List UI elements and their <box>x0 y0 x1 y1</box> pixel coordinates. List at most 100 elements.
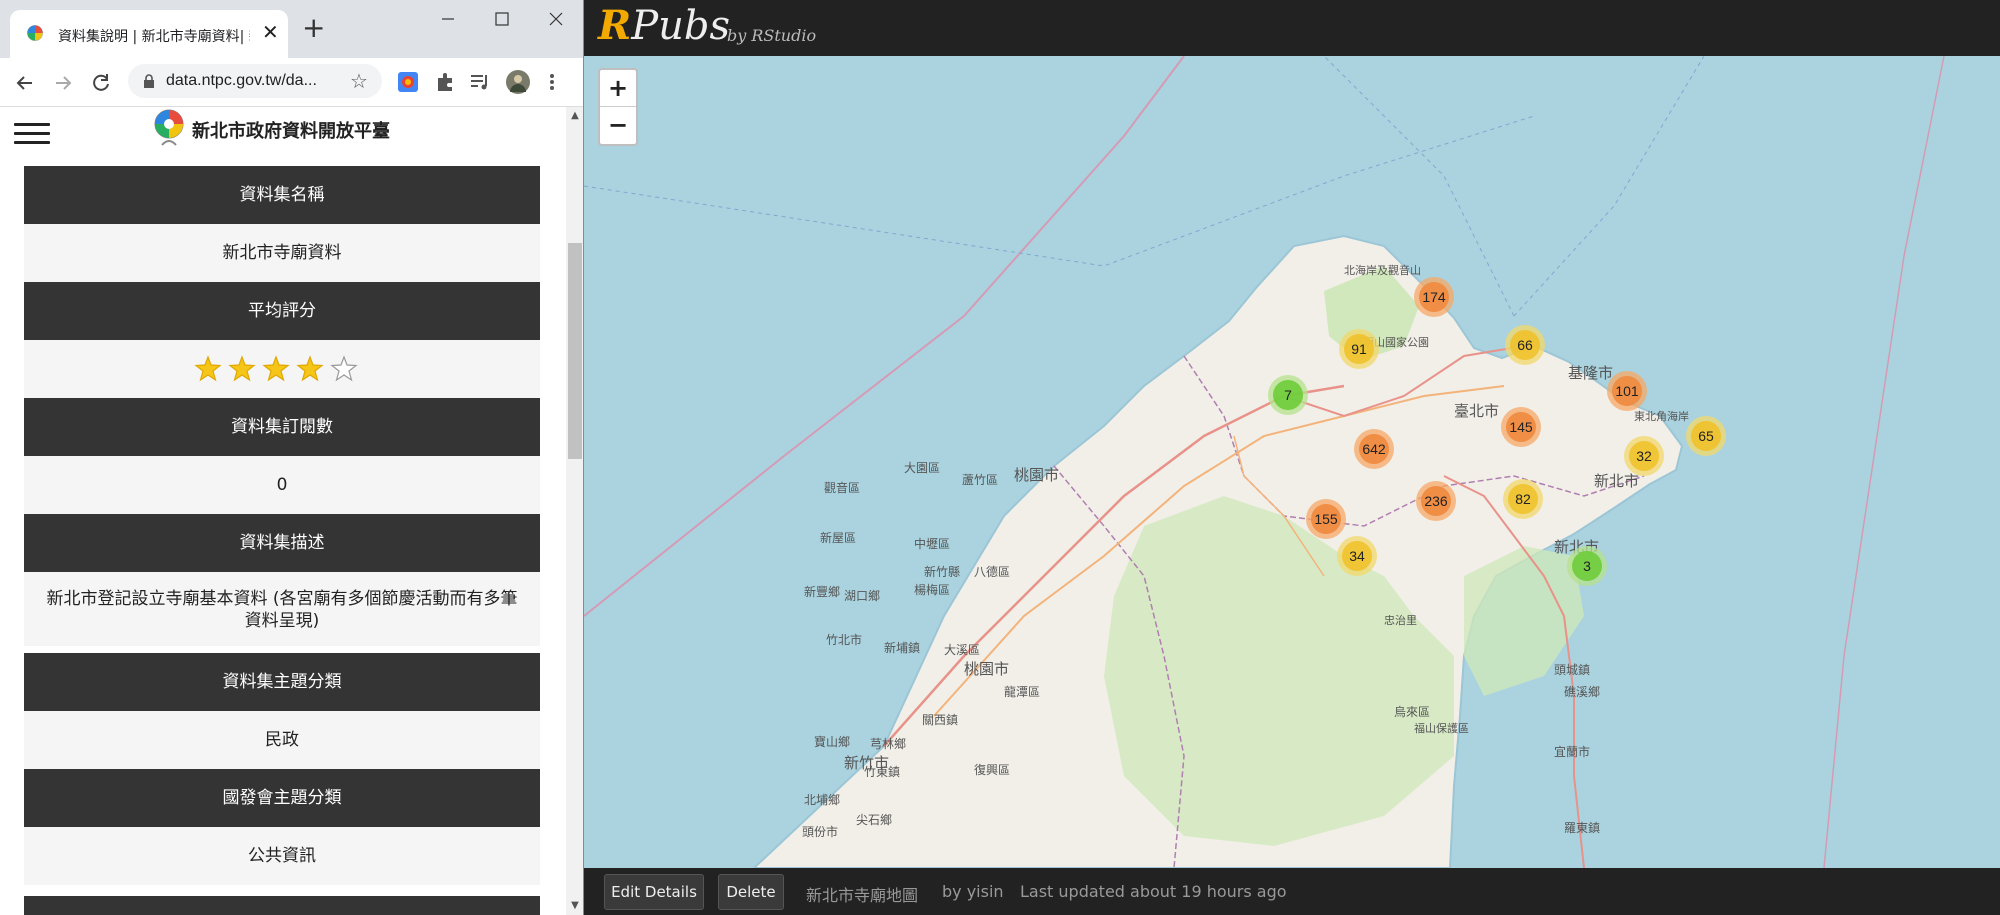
rpubs-logo[interactable]: RPubs <box>598 2 730 49</box>
row-header-average-rating: 平均評分 <box>24 282 540 340</box>
scroll-down-arrow-icon[interactable]: ▼ <box>566 897 583 915</box>
media-queue-icon[interactable] <box>468 70 492 94</box>
marker-cluster[interactable]: 145 <box>1501 407 1541 447</box>
map-place-label: 新埔鎮 <box>884 640 920 655</box>
star-filled-icon[interactable] <box>296 355 324 382</box>
cluster-count-label: 3 <box>1583 558 1591 574</box>
cluster-count-label: 32 <box>1636 448 1652 464</box>
forward-icon[interactable] <box>50 70 76 96</box>
rating-stars[interactable] <box>24 340 540 398</box>
zoom-out-button[interactable]: − <box>600 106 636 143</box>
star-filled-icon[interactable] <box>194 355 222 382</box>
zoom-in-button[interactable]: + <box>600 70 636 106</box>
marker-cluster[interactable]: 642 <box>1354 429 1394 469</box>
map-place-label: 復興區 <box>974 762 1010 777</box>
edit-details-button[interactable]: Edit Details <box>604 874 704 910</box>
map-place-label: 大溪區 <box>944 643 980 657</box>
extension-google-icon[interactable] <box>396 70 420 94</box>
map-place-label: 北埔鄉 <box>804 793 840 807</box>
rpubs-header: RPubs by RStudio <box>584 0 2000 56</box>
cluster-count-label: 155 <box>1314 511 1338 527</box>
cluster-count-label: 65 <box>1698 428 1714 444</box>
marker-cluster[interactable]: 91 <box>1339 329 1379 369</box>
star-empty-icon[interactable] <box>330 355 358 382</box>
author: by yisin <box>942 882 1004 901</box>
scrollbar-thumb[interactable] <box>568 243 582 459</box>
row-header-subscriptions: 資料集訂閱數 <box>24 398 540 456</box>
cluster-count-label: 91 <box>1351 341 1367 357</box>
close-tab-icon[interactable]: ✕ <box>262 22 279 42</box>
map-place-label: 大園區 <box>904 461 940 475</box>
map-place-label: 忠治里 <box>1384 613 1417 627</box>
minimize-icon[interactable] <box>420 2 476 36</box>
marker-cluster[interactable]: 82 <box>1503 479 1543 519</box>
bookmark-star-icon[interactable]: ☆ <box>350 69 368 93</box>
map-place-label: 關西鎮 <box>922 712 958 727</box>
map-place-label: 桃園市 <box>1014 467 1059 484</box>
row-value-subscriptions: 0 <box>24 456 540 514</box>
marker-cluster[interactable]: 174 <box>1414 277 1454 317</box>
map-canvas[interactable]: 臺北市新北市基隆市桃園市新竹市大園區蘆竹區觀音區新屋區 中壢區八德區楊梅區湖口鄉新… <box>584 56 2000 868</box>
cluster-count-label: 145 <box>1509 419 1533 435</box>
map-place-label: 頭份市 <box>802 824 838 839</box>
marker-cluster[interactable]: 236 <box>1416 481 1456 521</box>
rpubs-window: RPubs by RStudio 臺北市 新北市基隆市 桃園市 新竹市 大園區 … <box>584 0 2000 915</box>
hamburger-menu-icon[interactable] <box>14 117 50 147</box>
map-place-label: 新屋區 <box>820 530 856 545</box>
map-place-label: 桃園市 <box>964 661 1009 678</box>
map-place-label: 楊梅區 <box>914 582 950 597</box>
profile-avatar-icon[interactable] <box>506 70 530 94</box>
marker-cluster[interactable]: 101 <box>1607 371 1647 411</box>
marker-cluster[interactable]: 66 <box>1505 325 1545 365</box>
cluster-count-label: 236 <box>1424 493 1448 509</box>
tab-title: 資料集說明 | 新北市寺廟資料| 新 <box>58 29 250 45</box>
scroll-up-arrow-icon[interactable]: ▲ <box>566 107 583 125</box>
cluster-count-label: 642 <box>1362 441 1386 457</box>
row-value-theme-category: 民政 <box>24 711 540 769</box>
url-text: data.ntpc.gov.tw/da... <box>166 72 317 89</box>
zoom-control: + − <box>598 68 638 146</box>
new-tab-button[interactable]: + <box>302 14 325 42</box>
maximize-icon[interactable] <box>474 2 530 36</box>
marker-cluster[interactable]: 32 <box>1624 436 1664 476</box>
marker-cluster[interactable]: 3 <box>1567 546 1607 586</box>
star-filled-icon[interactable] <box>262 355 290 382</box>
map-place-label: 羅東鎮 <box>1564 820 1600 835</box>
site-header: 新北市政府資料開放平臺 <box>0 107 566 165</box>
address-bar[interactable]: data.ntpc.gov.tw/da... ☆ <box>128 64 382 98</box>
marker-cluster[interactable]: 34 <box>1337 536 1377 576</box>
site-title: 新北市政府資料開放平臺 <box>192 121 390 142</box>
cluster-count-label: 34 <box>1349 548 1365 564</box>
map-place-label: 龍潭區 <box>1004 684 1040 699</box>
cluster-count-label: 82 <box>1515 491 1531 507</box>
leaflet-map[interactable]: 臺北市 新北市 基隆市 桃園市 新竹市 大園區 蘆竹區 觀音區 新屋區 中壢區 八德區 楊梅區 湖口鄉新… <box>584 56 2000 868</box>
map-place-label: 礁溪鄉 <box>1564 684 1600 699</box>
row-header-ndc-category: 國發會主題分類 <box>24 769 540 827</box>
row-header-theme-category: 資料集主題分類 <box>24 653 540 711</box>
marker-cluster[interactable]: 65 <box>1686 416 1726 456</box>
site-logo-icon[interactable] <box>152 107 186 151</box>
reload-icon[interactable] <box>88 70 114 96</box>
chrome-menu-icon[interactable] <box>546 70 558 94</box>
star-filled-icon[interactable] <box>228 355 256 382</box>
page-scrollbar[interactable] <box>566 107 583 915</box>
extensions-puzzle-icon[interactable] <box>434 70 458 94</box>
page-content: 新北市政府資料開放平臺 資料集名稱 新北市寺廟資料 平均評分 資料集訂閱數 0 … <box>0 107 566 915</box>
cluster-count-label: 101 <box>1615 383 1639 399</box>
delete-button[interactable]: Delete <box>718 874 784 910</box>
browser-tab[interactable]: 資料集說明 | 新北市寺廟資料| 新 ✕ <box>10 10 288 58</box>
map-place-label: 八德區 <box>974 564 1010 579</box>
close-window-icon[interactable] <box>528 2 584 36</box>
map-place-label: 福山保護區 <box>1414 721 1469 735</box>
rpubs-footer: Edit Details Delete 新北市寺廟地圖 by yisin Las… <box>584 868 2000 915</box>
back-icon[interactable] <box>12 70 38 96</box>
marker-cluster[interactable]: 155 <box>1306 499 1346 539</box>
map-place-label: 北海岸及觀音山 <box>1344 263 1421 277</box>
map-place-label: 臺北市 <box>1454 403 1499 420</box>
map-place-label: 竹北市 <box>826 632 862 647</box>
browser-window: 資料集說明 | 新北市寺廟資料| 新 ✕ + data.ntpc.gov.tw/… <box>0 0 584 915</box>
marker-cluster[interactable]: 7 <box>1268 375 1308 415</box>
map-place-label: 中壢區 <box>914 536 950 551</box>
map-place-label: 新竹縣 <box>924 564 960 579</box>
map-place-label: 尖石鄉 <box>856 813 892 827</box>
